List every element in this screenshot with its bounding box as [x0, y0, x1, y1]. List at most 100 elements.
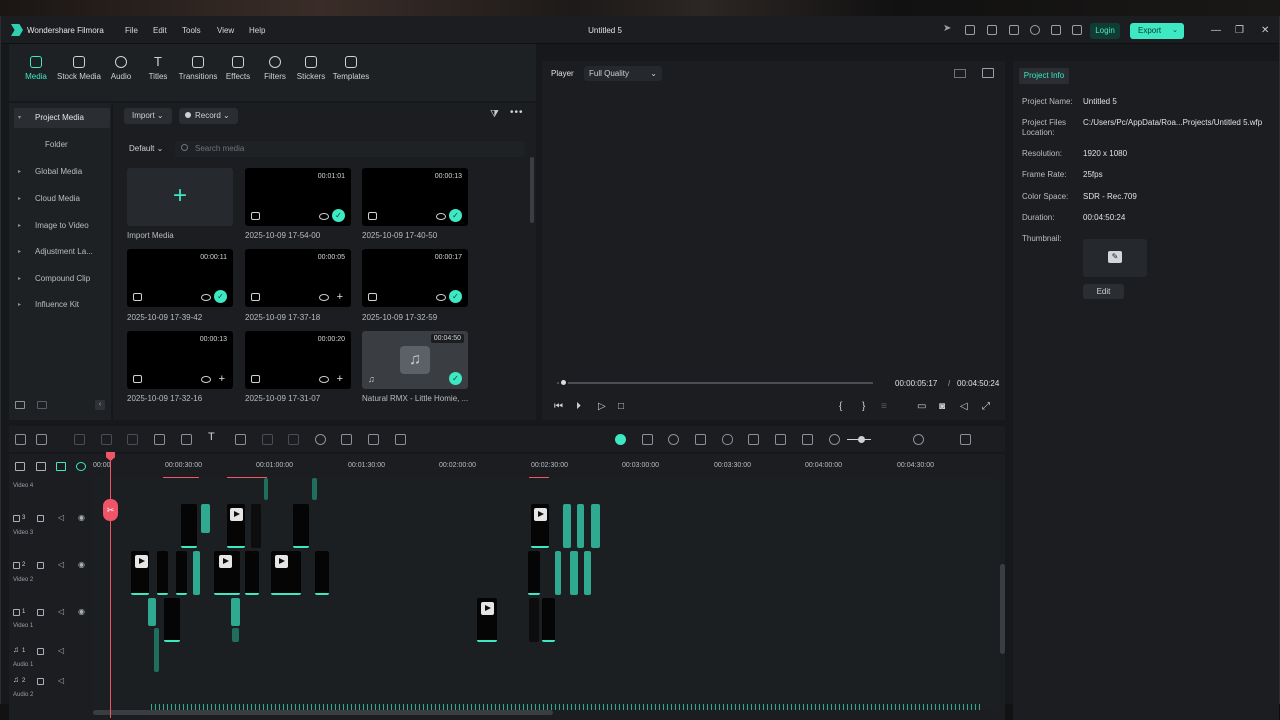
speed-icon[interactable]: [315, 434, 326, 445]
add-track-icon[interactable]: [642, 434, 653, 445]
thumbnail-preview[interactable]: ✎: [1083, 239, 1147, 277]
mask-icon[interactable]: [288, 434, 299, 445]
lock-icon[interactable]: [37, 648, 44, 655]
folder-icon[interactable]: [37, 401, 47, 409]
sidebar-item-global-media[interactable]: ▸ Global Media: [9, 162, 111, 182]
eye-icon[interactable]: ◉: [78, 607, 85, 616]
shield-icon[interactable]: [695, 434, 706, 445]
mark-in-icon[interactable]: {: [839, 401, 842, 412]
minimize-icon[interactable]: —: [1211, 25, 1221, 36]
timeline-clip[interactable]: [164, 598, 180, 642]
collapse-panel-icon[interactable]: ‹: [95, 400, 105, 410]
timeline-clip[interactable]: [214, 551, 240, 595]
timeline-clip[interactable]: [477, 598, 497, 642]
timeline-clip[interactable]: [154, 628, 159, 672]
timeline-clip[interactable]: [232, 628, 239, 642]
timeline-clip[interactable]: [148, 598, 156, 626]
link-icon[interactable]: [395, 434, 406, 445]
timeline-clip[interactable]: [542, 598, 555, 642]
timeline-clip[interactable]: [231, 598, 240, 626]
toolbar-stock-media[interactable]: Stock Media: [56, 56, 102, 81]
media-scrollbar[interactable]: [530, 157, 534, 223]
import-button[interactable]: Import ⌄: [124, 108, 172, 124]
play-icon[interactable]: ▷: [598, 401, 606, 412]
edit-thumbnail-button[interactable]: Edit: [1083, 284, 1124, 299]
timeline-clip[interactable]: [245, 551, 259, 595]
timeline-clip[interactable]: [570, 551, 578, 595]
freeze-icon[interactable]: [262, 434, 273, 445]
speaker-icon[interactable]: ◁: [58, 646, 64, 655]
restore-icon[interactable]: ❐: [1235, 25, 1244, 36]
speaker-icon[interactable]: ◁: [58, 676, 64, 685]
microphone-icon[interactable]: [722, 434, 733, 445]
import-media-tile[interactable]: +: [127, 168, 233, 226]
add-to-timeline-icon[interactable]: +: [219, 373, 225, 385]
toolbar-templates[interactable]: Templates: [328, 56, 374, 81]
replace-icon[interactable]: [775, 434, 786, 445]
lock-icon[interactable]: [37, 515, 44, 522]
step-play-icon[interactable]: ⏵: [576, 401, 581, 412]
eye-icon[interactable]: ◉: [78, 560, 85, 569]
snap-icon[interactable]: [802, 434, 813, 445]
camera-snapshot-icon[interactable]: ◙: [939, 401, 945, 412]
sidebar-item-project-media[interactable]: ▾ Project Media: [14, 108, 110, 128]
link-tracks-icon[interactable]: [36, 462, 46, 471]
export-button[interactable]: Export ⌄: [1130, 23, 1184, 39]
text-tool-icon[interactable]: T: [208, 431, 219, 443]
quality-dropdown[interactable]: Full Quality ⌄: [584, 66, 662, 81]
timeline-clip[interactable]: [227, 504, 245, 548]
timeline-horizontal-scrollbar[interactable]: [93, 710, 553, 715]
render-preview-icon[interactable]: ≡: [881, 401, 887, 412]
media-thumb[interactable]: 00:00:11 ✓: [127, 249, 233, 307]
delete-icon[interactable]: [127, 434, 138, 445]
sidebar-item-influence-kit[interactable]: ▸ Influence Kit: [9, 295, 111, 315]
sort-dropdown[interactable]: Default ⌄: [129, 144, 163, 153]
layout-grid-icon[interactable]: [15, 434, 26, 445]
speaker-icon[interactable]: ◁: [58, 607, 64, 616]
record-button[interactable]: Record ⌄: [179, 108, 238, 124]
compare-view-icon[interactable]: [954, 69, 966, 78]
timeline-layout-icon[interactable]: [960, 434, 971, 445]
media-thumb[interactable]: 00:00:13 ✓: [362, 168, 468, 226]
zoom-out-icon[interactable]: [829, 434, 840, 445]
split-scissors-icon[interactable]: [154, 434, 165, 445]
timeline-clip[interactable]: [264, 478, 268, 500]
close-icon[interactable]: ✕: [1261, 25, 1269, 36]
undo-icon[interactable]: [74, 434, 85, 445]
timeline-clip[interactable]: [271, 551, 301, 595]
media-thumb[interactable]: 00:00:05 +: [245, 249, 351, 307]
apps-grid-icon[interactable]: [1072, 25, 1082, 35]
timeline-clip[interactable]: [591, 504, 600, 548]
eye-icon[interactable]: ◉: [78, 513, 85, 522]
timeline-vertical-scrollbar[interactable]: [1000, 564, 1005, 654]
stop-icon[interactable]: □: [618, 401, 624, 412]
timeline-clip[interactable]: [193, 551, 200, 595]
timeline-clip[interactable]: [176, 551, 187, 595]
timeline-clip[interactable]: [251, 504, 261, 548]
voiceover-list-icon[interactable]: [748, 434, 759, 445]
add-track-menu-icon[interactable]: [15, 462, 25, 471]
lock-icon[interactable]: [37, 678, 44, 685]
filter-icon[interactable]: ⧩: [490, 109, 499, 120]
add-to-timeline-icon[interactable]: +: [337, 291, 343, 303]
speaker-icon[interactable]: ◁: [58, 560, 64, 569]
group-icon[interactable]: [368, 434, 379, 445]
timeline-clip[interactable]: [555, 551, 561, 595]
toolbar-media[interactable]: Media: [13, 56, 59, 81]
timeline-clip[interactable]: [157, 551, 168, 595]
lock-icon[interactable]: [37, 609, 44, 616]
previous-frame-icon[interactable]: ⏮: [554, 401, 563, 412]
scissors-icon[interactable]: ✂: [103, 499, 118, 521]
login-button[interactable]: Login: [1090, 23, 1120, 39]
sidebar-item-image-to-video[interactable]: ▸ Image to Video: [9, 216, 111, 236]
crop-icon[interactable]: [235, 434, 246, 445]
auto-ripple-icon[interactable]: [56, 462, 66, 471]
fullscreen-icon[interactable]: ⤢: [982, 401, 990, 412]
timeline-clip[interactable]: [181, 504, 197, 548]
timeline-clip[interactable]: [201, 504, 210, 533]
media-thumb[interactable]: 00:00:17 ✓: [362, 249, 468, 307]
playback-render-icon[interactable]: [668, 434, 679, 445]
new-folder-icon[interactable]: [15, 401, 25, 409]
sidebar-item-compound-clip[interactable]: ▸ Compound Clip: [9, 269, 111, 289]
add-to-timeline-icon[interactable]: +: [337, 373, 343, 385]
